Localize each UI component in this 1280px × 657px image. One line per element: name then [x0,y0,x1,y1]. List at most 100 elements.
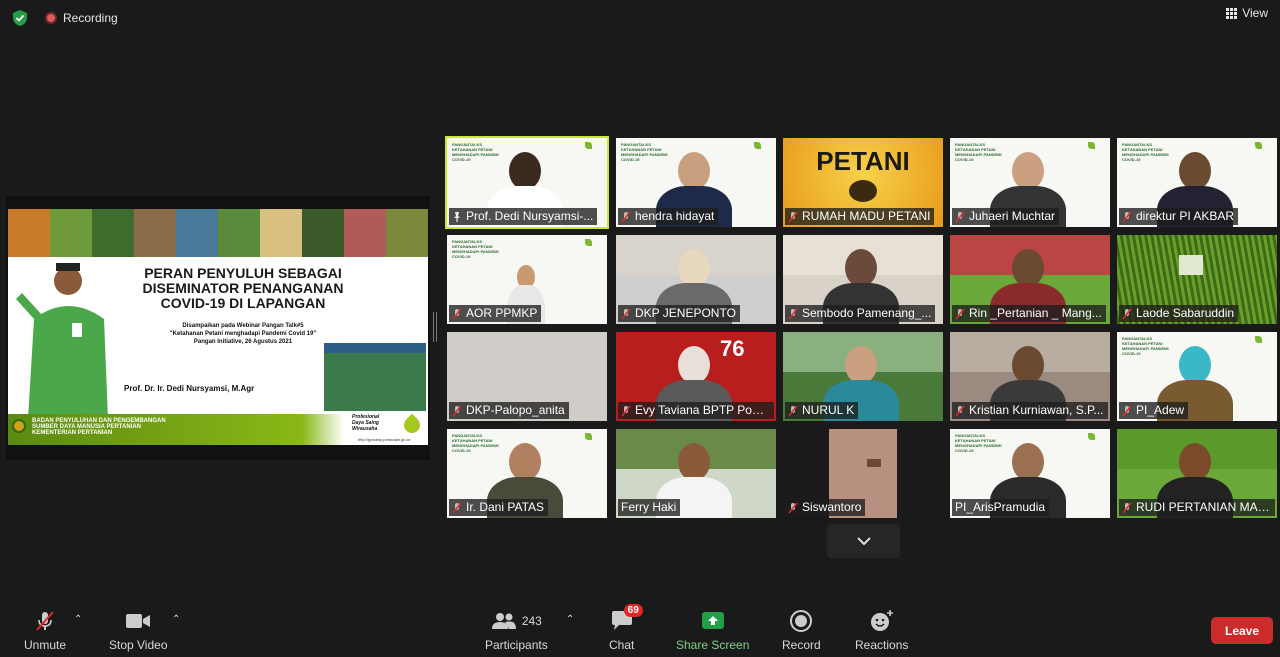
participant-name-tag: PI_Adew [1119,402,1189,419]
participant-tile[interactable]: Ferry Haki [616,429,776,518]
participant-name: Juhaeri Muchtar [969,209,1056,223]
participant-name: Siswantoro [802,500,862,514]
participant-name: Laode Sabaruddin [1136,306,1235,320]
splitter-handle[interactable] [433,312,437,342]
unmute-button[interactable]: Unmute [24,608,66,652]
presentation-slide: PERAN PENYULUH SEBAGAI DISEMINATOR PENAN… [8,209,428,445]
microphone-muted-icon [621,211,631,222]
chat-unread-badge: 69 [623,604,643,617]
reactions-smiley-icon [870,610,893,631]
participant-tile[interactable]: PANGANTALKS KETAHANAN PETANI MENGHADAPI PA… [616,138,776,227]
chevron-down-icon [856,537,871,546]
participants-options-caret[interactable]: ⌃ [566,614,574,625]
slide-author: Prof. Dr. Ir. Dedi Nursyamsi, M.Agr [124,384,255,393]
participant-name-tag: Juhaeri Muchtar [952,208,1060,225]
slide-title: PERAN PENYULUH SEBAGAI DISEMINATOR PENAN… [142,265,344,311]
microphone-muted-icon [788,308,798,319]
participant-name-tag: AOR PPMKP [449,305,542,322]
participant-tile[interactable]: Siswantoro [783,429,943,518]
security-shield-icon[interactable] [11,9,29,27]
view-label: View [1242,6,1268,20]
participant-name: AOR PPMKP [466,306,538,320]
participant-tile[interactable]: Rin _Pertanian _ Mang... [950,235,1110,324]
share-screen-button[interactable]: Share Screen [676,608,749,652]
participant-tile[interactable]: Sembodo Pamenang_... [783,235,943,324]
participant-tile[interactable]: PANGANTALKS KETAHANAN PETANI MENGHADAPI PA… [1117,332,1277,421]
participant-name: Ir. Dani PATAS [466,500,545,514]
participant-name-tag: Sembodo Pamenang_... [785,305,936,322]
participant-name: NURUL K [802,403,855,417]
microphone-muted-icon [621,308,631,319]
slide-url: http://ppsdmp.pertanian.go.id [358,437,410,442]
recording-label: Recording [63,11,118,25]
participant-name: Evy Taviana BPTP Ponti... [635,403,770,417]
participant-tile[interactable]: Laode Sabaruddin [1117,235,1277,324]
ministry-emblem-icon [12,419,26,433]
slide-inset-photo [324,343,426,411]
recording-dot-icon [45,12,57,24]
pin-icon [454,211,460,222]
participant-name: PI_ArisPramudia [955,500,1046,514]
gallery-next-page-button[interactable] [827,524,900,558]
participant-name: Ferry Haki [621,500,677,514]
microphone-muted-icon [452,405,462,416]
participant-tile[interactable]: 76 Evy Taviana BPTP Ponti... [616,332,776,421]
participant-tile[interactable]: PANGANTALKS KETAHANAN PETANI MENGHADAPI PA… [445,136,609,229]
video-options-caret[interactable]: ⌃ [172,614,180,625]
participant-tile[interactable]: PANGANTALKS KETAHANAN PETANI MENGHADAPI PA… [1117,138,1277,227]
participant-name: Kristian Kurniawan, S.P... [969,403,1104,417]
participant-name-tag: Ferry Haki [618,499,681,516]
participant-name: direktur PI AKBAR [1136,209,1235,223]
grid-view-icon [1226,7,1238,19]
participant-tile[interactable]: PANGANTALKS KETAHANAN PETANI MENGHADAPI PA… [447,429,607,518]
participant-name: Prof. Dedi Nursyamsi-... [466,209,594,223]
shared-screen[interactable]: PERAN PENYULUH SEBAGAI DISEMINATOR PENAN… [6,196,430,460]
microphone-muted-icon [1122,308,1132,319]
participant-name: hendra hidayat [635,209,715,223]
participant-tile[interactable]: PETANI RUMAH MADU PETANI [783,138,943,227]
participant-tile[interactable]: DKP JENEPONTO [616,235,776,324]
reactions-button[interactable]: Reactions [855,608,908,652]
video-camera-icon [126,614,151,628]
participant-name-tag: DKP JENEPONTO [618,305,740,322]
recording-indicator[interactable]: Recording [45,11,118,25]
leave-button[interactable]: Leave [1211,617,1273,644]
participant-tile[interactable]: PANGANTALKS KETAHANAN PETANI MENGHADAPI PA… [447,235,607,324]
participants-button[interactable]: 243 Participants [485,608,548,652]
participant-name-tag: hendra hidayat [618,208,719,225]
participant-tile[interactable]: PANGANTALKS KETAHANAN PETANI MENGHADAPI PA… [950,429,1110,518]
microphone-muted-icon [788,405,798,416]
share-screen-icon [701,612,724,629]
stop-video-button[interactable]: Stop Video [109,608,168,652]
microphone-muted-icon [36,611,54,631]
microphone-muted-icon [955,308,965,319]
slide-motto: Profesional Daya Saing Wirausaha [352,414,380,432]
audio-options-caret[interactable]: ⌃ [74,614,82,625]
participant-name: RUDI PERTANIAN MAB... [1136,500,1271,514]
participant-name-tag: DKP-Palopo_anita [449,402,569,419]
participant-tile[interactable]: NURUL K [783,332,943,421]
participant-tile[interactable]: DKP-Palopo_anita [447,332,607,421]
participant-name-tag: Rin _Pertanian _ Mang... [952,305,1106,322]
participant-name-tag: PI_ArisPramudia [952,499,1050,516]
microphone-muted-icon [621,405,631,416]
microphone-muted-icon [452,502,462,513]
speaker-photo [16,263,108,419]
participant-name-tag: RUDI PERTANIAN MAB... [1119,499,1275,516]
participant-tile[interactable]: Kristian Kurniawan, S.P... [950,332,1110,421]
meeting-toolbar: Unmute ⌃ Stop Video ⌃ 243 Participants ⌃… [0,600,1280,657]
participant-tile[interactable]: PANGANTALKS KETAHANAN PETANI MENGHADAPI PA… [950,138,1110,227]
participant-name: PI_Adew [1136,403,1185,417]
record-icon [790,610,813,632]
participant-tile[interactable]: RUDI PERTANIAN MAB... [1117,429,1277,518]
participant-name: RUMAH MADU PETANI [802,209,931,223]
microphone-muted-icon [452,308,462,319]
participant-name-tag: Siswantoro [785,499,866,516]
chat-button[interactable]: 69 Chat [609,604,643,652]
participants-count: 243 [521,614,542,628]
view-button[interactable]: View [1226,6,1268,20]
microphone-muted-icon [1122,405,1132,416]
record-button[interactable]: Record [782,608,821,652]
participant-name-tag: Evy Taviana BPTP Ponti... [618,402,774,419]
participant-name: Rin _Pertanian _ Mang... [969,306,1102,320]
